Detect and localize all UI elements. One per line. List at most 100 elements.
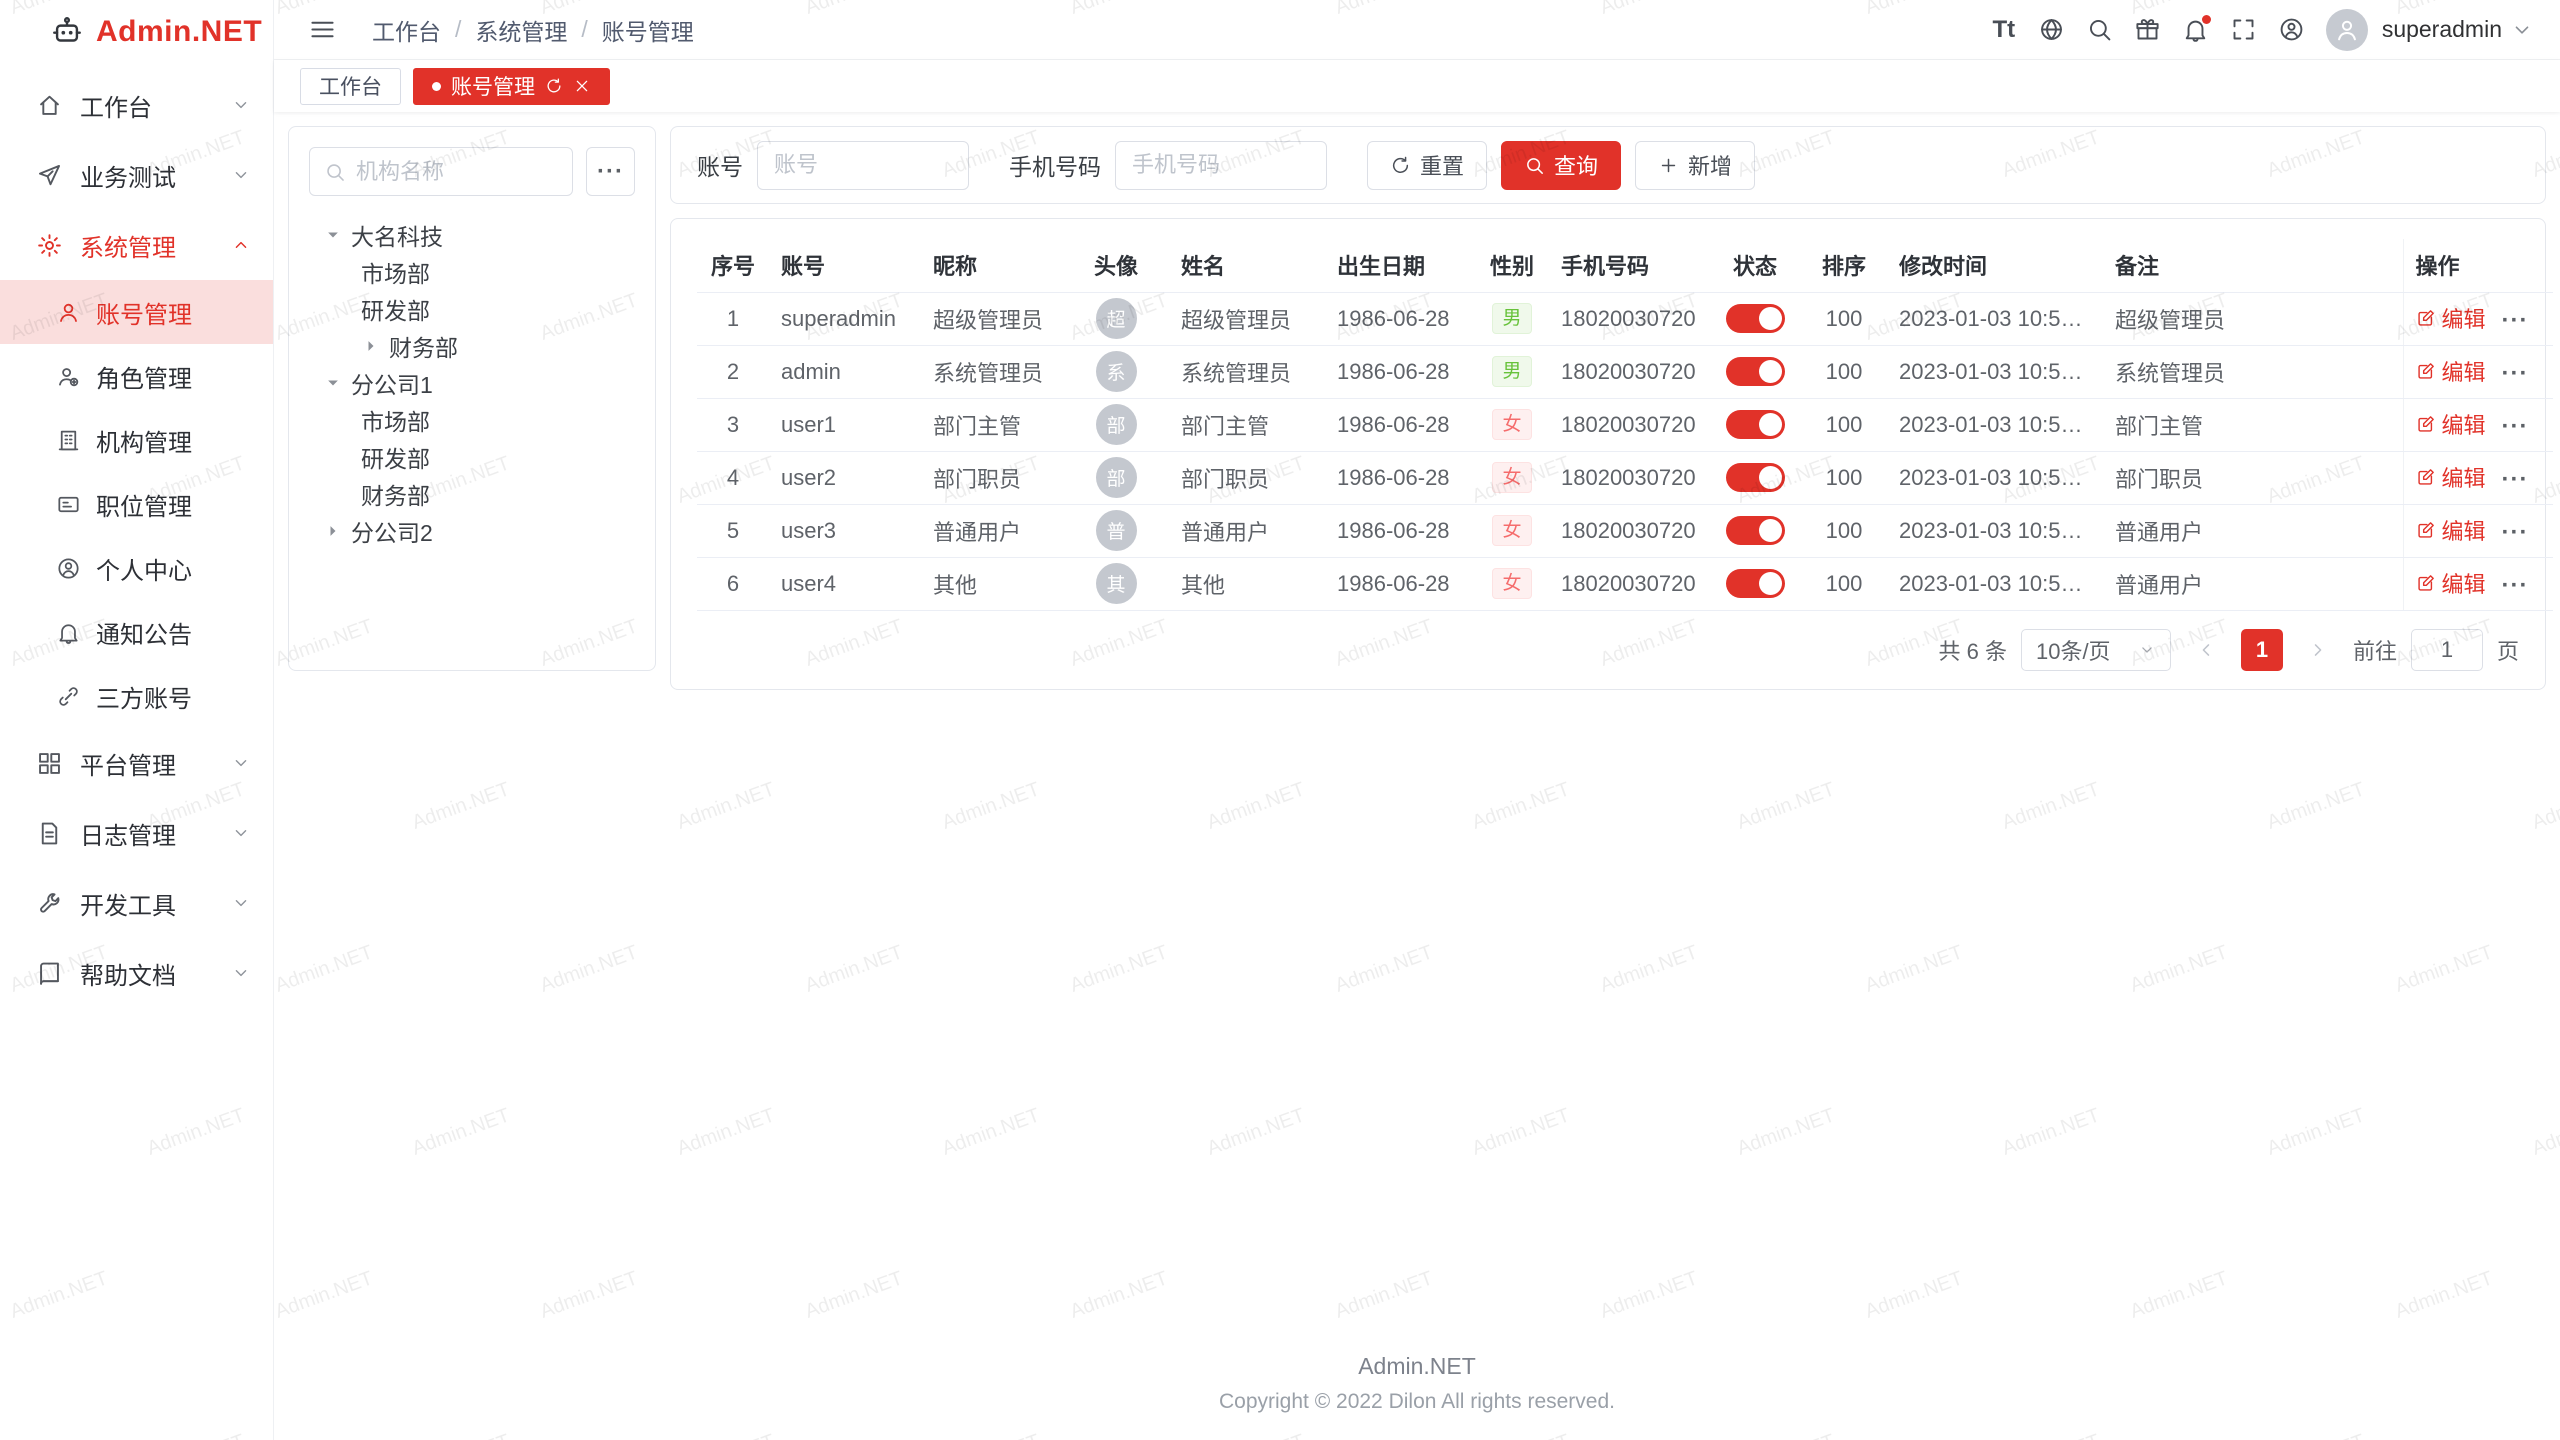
caret-right-icon[interactable] <box>323 521 343 541</box>
sidebar-item-help-docs[interactable]: 帮助文档 <box>0 938 273 1008</box>
sidebar-item-notice[interactable]: 通知公告 <box>0 600 273 664</box>
row-more-button[interactable]: ··· <box>2502 413 2529 440</box>
pagination: 共 6 条 10条/页 1 前往 <box>697 629 2519 671</box>
caret-down-icon[interactable] <box>323 373 343 393</box>
tab-label: 工作台 <box>319 71 382 101</box>
sidebar-item-platform-management[interactable]: 平台管理 <box>0 728 273 798</box>
gift-icon[interactable] <box>2126 8 2170 52</box>
tree-node[interactable]: 市场部 <box>309 401 635 438</box>
search-icon[interactable] <box>2078 8 2122 52</box>
sidebar-item-label: 个人中心 <box>96 551 192 586</box>
cell-status <box>1709 451 1801 504</box>
edit-button[interactable]: 编辑 <box>2416 567 2486 599</box>
tab-workbench[interactable]: 工作台 <box>300 68 401 105</box>
cell-actions: 编辑 ··· <box>2403 557 2553 610</box>
sidebar-item-position-management[interactable]: 职位管理 <box>0 472 273 536</box>
gift-icon <box>2134 16 2161 43</box>
sidebar-item-org-management[interactable]: 机构管理 <box>0 408 273 472</box>
cell-sort: 100 <box>1801 345 1887 398</box>
sidebar-item-account-management[interactable]: 账号管理 <box>0 280 273 344</box>
chevron-down-icon <box>231 963 251 983</box>
row-more-button[interactable]: ··· <box>2502 519 2529 546</box>
phone-input[interactable] <box>1115 141 1327 190</box>
query-button[interactable]: 查询 <box>1501 141 1621 190</box>
tab-refresh-icon[interactable] <box>545 77 563 95</box>
cell-gender: 男 <box>1475 292 1549 345</box>
tab-close-icon[interactable] <box>573 77 591 95</box>
gender-badge: 女 <box>1492 462 1532 493</box>
cell-birth_date: 1986-06-28 <box>1325 345 1475 398</box>
sidebar-item-role-management[interactable]: 角色管理 <box>0 344 273 408</box>
status-toggle[interactable] <box>1726 410 1785 439</box>
add-button[interactable]: 新增 <box>1635 141 1755 190</box>
row-more-button[interactable]: ··· <box>2502 466 2529 493</box>
cell-avatar: 普 <box>1063 504 1169 557</box>
tree-node[interactable]: 市场部 <box>309 253 635 290</box>
status-toggle[interactable] <box>1726 516 1785 545</box>
status-toggle[interactable] <box>1726 569 1785 598</box>
account-input[interactable] <box>757 141 969 190</box>
tree-node[interactable]: 大名科技 <box>309 216 635 253</box>
edit-button[interactable]: 编辑 <box>2416 355 2486 387</box>
breadcrumb-separator: / <box>581 16 587 43</box>
cell-status <box>1709 292 1801 345</box>
tree-node[interactable]: 研发部 <box>309 290 635 327</box>
tab-account-management[interactable]: 账号管理 <box>413 68 610 105</box>
status-toggle[interactable] <box>1726 463 1785 492</box>
breadcrumb-item[interactable]: 工作台 <box>372 13 441 47</box>
tree-node[interactable]: 财务部 <box>309 327 635 364</box>
search-icon <box>324 161 346 183</box>
notification-icon[interactable] <box>2174 8 2218 52</box>
tree-node[interactable]: 分公司1 <box>309 364 635 401</box>
table-row: 6user4其他其其他1986-06-28女180200307201002023… <box>697 557 2553 610</box>
org-more-button[interactable]: ··· <box>586 147 635 196</box>
table-row: 4user2部门职员部部门职员1986-06-28女18020030720100… <box>697 451 2553 504</box>
next-page-button[interactable] <box>2297 629 2339 671</box>
font-size-icon[interactable]: Tt <box>1982 8 2026 52</box>
tree-node[interactable]: 分公司2 <box>309 512 635 549</box>
sidebar-item-label: 职位管理 <box>96 487 192 522</box>
tree-node[interactable]: 财务部 <box>309 475 635 512</box>
org-search-box[interactable] <box>309 147 573 196</box>
row-more-button[interactable]: ··· <box>2502 307 2529 334</box>
edit-button[interactable]: 编辑 <box>2416 461 2486 493</box>
sidebar-item-personal-center[interactable]: 个人中心 <box>0 536 273 600</box>
breadcrumb-item[interactable]: 系统管理 <box>475 13 567 47</box>
page-size-select[interactable]: 10条/页 <box>2021 629 2171 671</box>
language-icon <box>2038 16 2065 43</box>
sidebar-item-workbench[interactable]: 工作台 <box>0 70 273 140</box>
sidebar-item-dev-tools[interactable]: 开发工具 <box>0 868 273 938</box>
prev-page-button[interactable] <box>2185 629 2227 671</box>
language-icon[interactable] <box>2030 8 2074 52</box>
robot-logo-icon <box>50 15 84 49</box>
chevron-down-icon <box>2510 18 2534 42</box>
row-more-button[interactable]: ··· <box>2502 360 2529 387</box>
status-toggle[interactable] <box>1726 357 1785 386</box>
hamburger-menu-icon[interactable] <box>300 8 344 52</box>
reset-button[interactable]: 重置 <box>1367 141 1487 190</box>
sidebar-item-business-test[interactable]: 业务测试 <box>0 140 273 210</box>
sidebar-item-log-management[interactable]: 日志管理 <box>0 798 273 868</box>
edit-button[interactable]: 编辑 <box>2416 302 2486 334</box>
goto-page-input[interactable] <box>2411 629 2483 671</box>
org-name-input[interactable] <box>356 159 558 185</box>
username-dropdown[interactable]: superadmin <box>2382 16 2534 43</box>
caret-right-icon[interactable] <box>361 336 381 356</box>
user-avatar[interactable] <box>2326 9 2368 51</box>
sidebar-item-label: 机构管理 <box>96 423 192 458</box>
sidebar-item-system-management[interactable]: 系统管理 <box>0 210 273 280</box>
cell-birth_date: 1986-06-28 <box>1325 504 1475 557</box>
caret-down-icon[interactable] <box>323 225 343 245</box>
tree-node[interactable]: 研发部 <box>309 438 635 475</box>
current-page[interactable]: 1 <box>2241 629 2283 671</box>
edit-button[interactable]: 编辑 <box>2416 514 2486 546</box>
fullscreen-icon[interactable] <box>2222 8 2266 52</box>
row-more-button[interactable]: ··· <box>2502 572 2529 599</box>
sidebar-item-third-party-account[interactable]: 三方账号 <box>0 664 273 728</box>
status-toggle[interactable] <box>1726 304 1785 333</box>
gender-badge: 女 <box>1492 409 1532 440</box>
edit-button[interactable]: 编辑 <box>2416 408 2486 440</box>
profile-icon[interactable] <box>2270 8 2314 52</box>
role-icon <box>56 364 81 389</box>
row-avatar: 系 <box>1096 351 1137 392</box>
